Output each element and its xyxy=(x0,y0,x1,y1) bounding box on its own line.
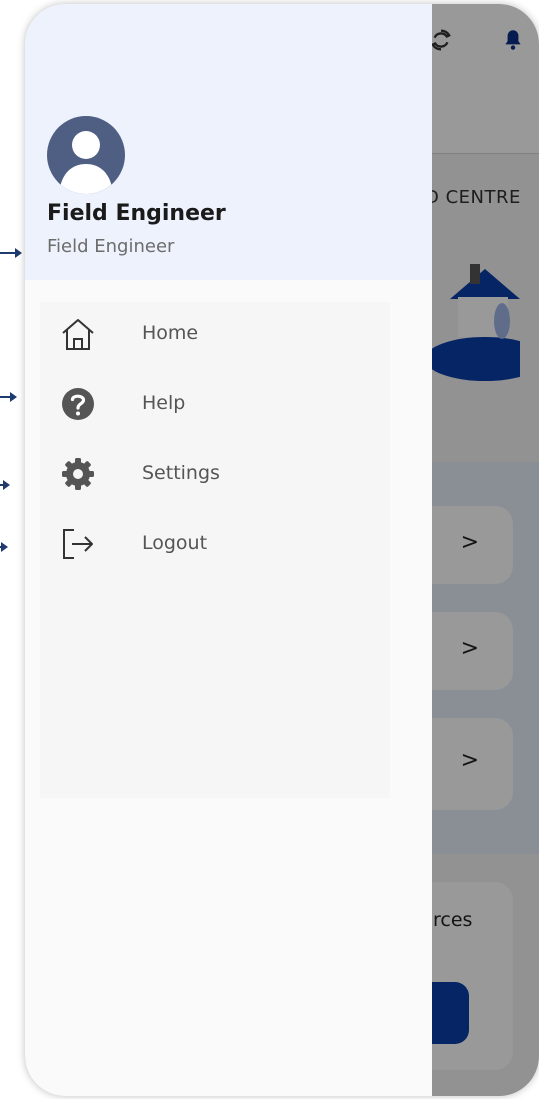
menu-item-logout[interactable]: Logout xyxy=(40,514,390,574)
menu-item-settings[interactable]: Settings xyxy=(40,444,390,504)
user-role: Field Engineer xyxy=(47,236,175,257)
gear-icon xyxy=(62,458,94,490)
annotation-arrow-help xyxy=(0,392,17,402)
menu-item-label: Settings xyxy=(142,462,220,484)
home-icon xyxy=(62,319,94,350)
annotation-arrow-settings xyxy=(0,480,10,490)
annotation-arrow-profile xyxy=(0,248,22,258)
user-name: Field Engineer xyxy=(47,201,226,226)
avatar[interactable] xyxy=(47,116,125,194)
drawer-menu: Home Help Settings Logout xyxy=(40,302,390,798)
menu-item-label: Help xyxy=(142,392,186,414)
logout-icon xyxy=(63,529,93,559)
menu-item-label: Home xyxy=(142,322,199,344)
menu-item-label: Logout xyxy=(142,532,208,554)
menu-item-help[interactable]: Help xyxy=(40,374,390,434)
person-avatar-icon xyxy=(59,131,113,194)
navigation-drawer: Field Engineer Field Engineer Home Help xyxy=(25,4,432,1096)
phone-frame: D CENTRE :> :> '> rces xyxy=(25,4,539,1096)
help-icon xyxy=(62,388,94,420)
annotation-arrow-logout xyxy=(0,542,8,552)
menu-item-home[interactable]: Home xyxy=(40,304,390,364)
drawer-header: Field Engineer Field Engineer xyxy=(25,4,432,280)
